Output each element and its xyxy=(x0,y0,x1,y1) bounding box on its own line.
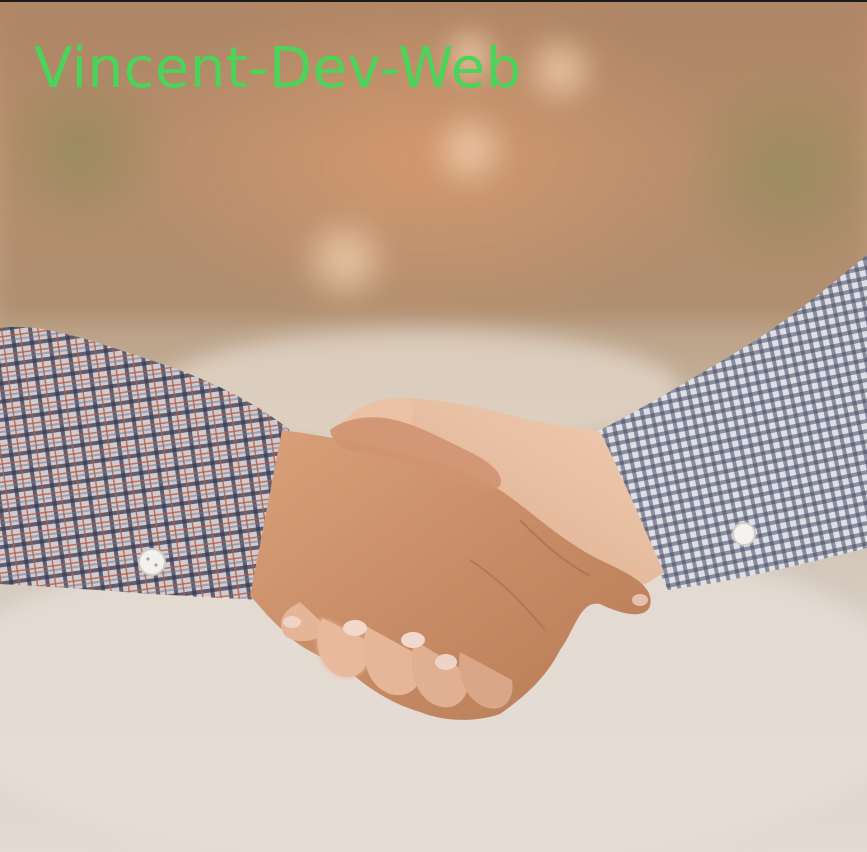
hero-image-frame: Vincent-Dev-Web xyxy=(0,0,867,852)
top-border-line xyxy=(0,0,867,2)
site-title: Vincent-Dev-Web xyxy=(34,36,522,101)
handshake-photo xyxy=(0,0,867,852)
